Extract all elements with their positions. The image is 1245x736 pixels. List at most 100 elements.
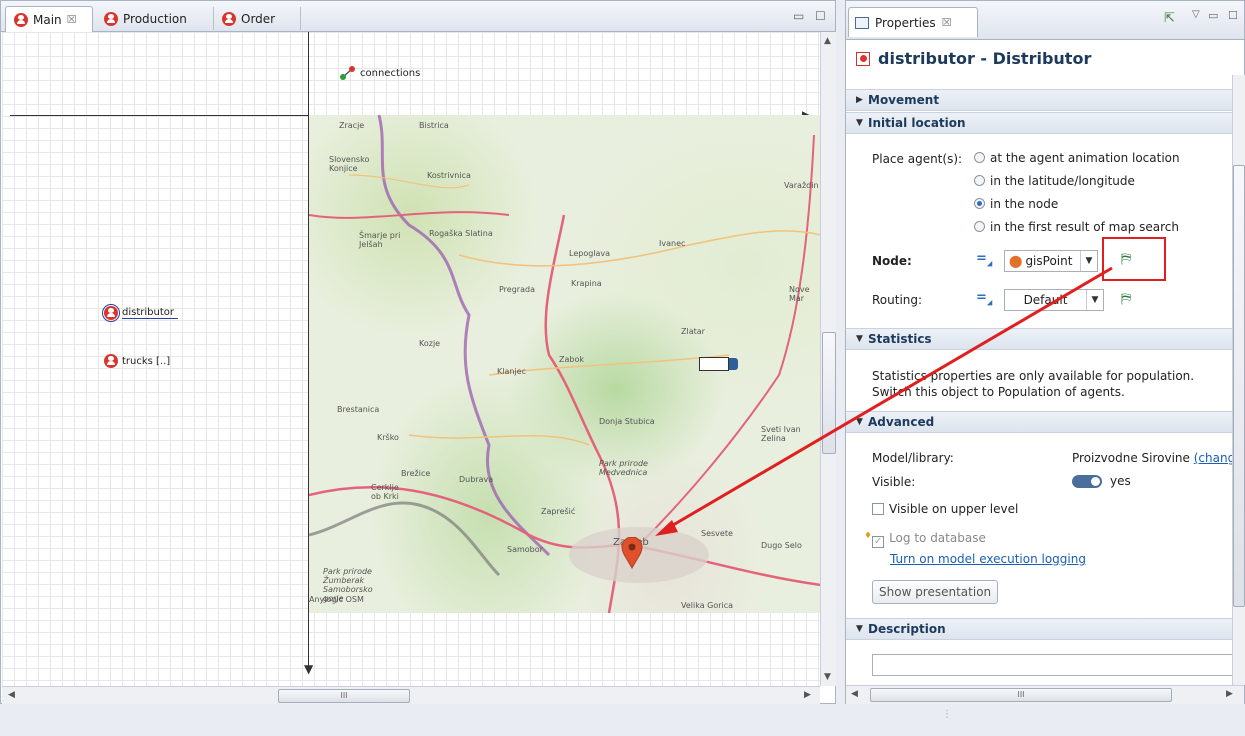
scroll-thumb[interactable]: III xyxy=(278,689,410,703)
maximize-icon[interactable]: ☐ xyxy=(1228,9,1238,22)
truck-shape-icon[interactable] xyxy=(699,357,739,371)
properties-horizontal-scrollbar[interactable]: ◀ III ▶ xyxy=(846,685,1244,704)
y-axis-arrow-icon: ▼ xyxy=(304,662,314,676)
model-logging-link[interactable]: Turn on model execution logging xyxy=(890,552,1086,566)
object-title: distributor - Distributor xyxy=(856,49,1091,68)
section-initial-location[interactable]: ▼ Initial location xyxy=(846,112,1232,134)
section-advanced[interactable]: ▼ Advanced xyxy=(846,411,1232,433)
show-presentation-button[interactable]: Show presentation xyxy=(872,580,999,604)
scroll-down-icon[interactable]: ▼ xyxy=(824,672,831,682)
routing-option-icon[interactable]: ⛿ xyxy=(1121,291,1131,307)
map-label: Slovensko Konjice xyxy=(329,155,370,173)
properties-icon xyxy=(855,16,869,29)
visible-upper-checkbox[interactable]: Visible on upper level xyxy=(872,502,1018,516)
section-statistics[interactable]: ▼ Statistics xyxy=(846,328,1232,350)
map-label: Kozje xyxy=(419,339,441,348)
connections-element[interactable]: connections xyxy=(340,66,420,80)
map-label: Lepoglava xyxy=(569,249,611,258)
distributor-agent[interactable]: distributor xyxy=(102,304,178,322)
tab-properties[interactable]: Properties ☒ xyxy=(848,7,978,37)
splitter-grip-icon[interactable]: ⋮ xyxy=(942,710,952,720)
radio-option[interactable]: in the latitude/longitude xyxy=(974,174,1135,188)
minimize-icon[interactable]: ▭ xyxy=(1208,9,1218,22)
scroll-thumb[interactable] xyxy=(822,332,836,454)
collapse-icon: ▼ xyxy=(856,334,863,344)
section-description[interactable]: ▼ Description xyxy=(846,618,1232,640)
status-bar: ⋮ xyxy=(0,704,1245,736)
statistics-text: Statistics properties are only available… xyxy=(872,369,1195,399)
radio-option-label: at the agent animation location xyxy=(990,151,1180,165)
radio-icon xyxy=(974,175,985,186)
collapse-icon: ▼ xyxy=(856,118,863,128)
change-link[interactable]: (chang xyxy=(1194,451,1235,465)
close-icon[interactable]: ☒ xyxy=(942,16,952,29)
map-label: Dubrava xyxy=(459,475,494,484)
editor-horizontal-scrollbar[interactable]: ◀ III ▶ xyxy=(2,686,820,704)
node-label: Node: xyxy=(872,254,912,268)
map-label: Rogaška Slatina xyxy=(429,229,493,238)
static-value-icon[interactable]: =◢ xyxy=(976,251,992,268)
gis-map[interactable]: Zracje Slovensko Konjice Bistrica Kostri… xyxy=(309,115,820,613)
routing-label: Routing: xyxy=(872,293,923,307)
maximize-icon[interactable]: ☐ xyxy=(815,9,826,23)
section-movement[interactable]: ▶ Movement xyxy=(846,89,1232,111)
radio-option-selected[interactable]: in the node xyxy=(974,197,1058,211)
radio-option-label: in the latitude/longitude xyxy=(990,174,1135,188)
map-label: Bistrica xyxy=(419,121,449,130)
map-pin-icon[interactable] xyxy=(621,537,643,569)
place-agents-label: Place agent(s): xyxy=(872,152,963,166)
properties-vertical-scrollbar[interactable] xyxy=(1232,75,1245,685)
hint-bulb-icon: ♦ xyxy=(864,531,873,541)
map-label: Pregrada xyxy=(499,285,535,294)
tab-production[interactable]: Production xyxy=(96,7,208,30)
log-to-db-checkbox[interactable]: ♦ ✓ Log to database xyxy=(864,531,986,548)
routing-combo[interactable]: Default ▼ xyxy=(1004,289,1104,311)
tab-main-label: Main xyxy=(33,12,62,27)
section-description-label: Description xyxy=(868,622,946,636)
tab-order[interactable]: Order xyxy=(213,7,301,30)
view-menu-icon[interactable]: ▽ xyxy=(1192,9,1200,20)
radio-option[interactable]: in the first result of map search xyxy=(974,220,1179,234)
map-label: Samobor xyxy=(507,545,543,554)
map-label: Kostrivnica xyxy=(427,171,471,180)
static-value-icon[interactable]: =◢ xyxy=(976,290,992,307)
node-combo[interactable]: ⬤ gisPoint ▼ xyxy=(1004,250,1098,272)
description-field[interactable] xyxy=(872,654,1234,676)
section-advanced-label: Advanced xyxy=(868,415,935,429)
tab-main[interactable]: Main ☒ xyxy=(5,6,93,32)
map-label: Varaždin xyxy=(784,181,819,190)
section-initial-location-label: Initial location xyxy=(868,116,966,130)
visible-upper-label: Visible on upper level xyxy=(889,502,1019,516)
radio-icon xyxy=(974,221,985,232)
distributor-icon xyxy=(102,304,120,322)
pin-editor-icon[interactable]: ⇱ xyxy=(1164,11,1175,26)
main-editor-pane: Main ☒ Production Order ▭ ☐ ▼ ▶ connecti… xyxy=(0,0,836,704)
editor-vertical-scrollbar[interactable]: ▲ ▼ xyxy=(820,32,836,686)
scroll-right-icon[interactable]: ▶ xyxy=(1226,689,1233,699)
trucks-agent[interactable]: trucks [..] xyxy=(104,354,170,368)
toggle-icon xyxy=(1072,474,1102,488)
expand-icon: ▶ xyxy=(856,95,863,105)
scroll-left-icon[interactable]: ◀ xyxy=(8,690,15,700)
scroll-up-icon[interactable]: ▲ xyxy=(824,36,831,46)
checkbox-checked-icon: ✓ xyxy=(872,536,885,548)
object-title-text: distributor - Distributor xyxy=(878,49,1092,68)
select-on-map-icon[interactable]: ⛿ xyxy=(1121,251,1131,267)
map-label: Klanjec xyxy=(497,367,526,376)
gis-point-icon: ⬤ xyxy=(1009,254,1023,268)
graphical-editor-canvas[interactable]: ▼ ▶ connections distributor trucks [..] xyxy=(2,32,820,686)
checkbox-icon xyxy=(872,503,884,515)
agent-icon xyxy=(104,11,118,26)
agent-icon xyxy=(222,11,236,26)
minimize-icon[interactable]: ▭ xyxy=(793,9,804,23)
close-icon[interactable]: ☒ xyxy=(67,13,77,26)
radio-option[interactable]: at the agent animation location xyxy=(974,151,1180,165)
scroll-right-icon[interactable]: ▶ xyxy=(804,690,811,700)
scroll-left-icon[interactable]: ◀ xyxy=(851,689,858,699)
scroll-thumb[interactable] xyxy=(1233,165,1245,607)
map-label: Krško xyxy=(377,433,399,442)
scroll-thumb[interactable]: III xyxy=(870,688,1172,702)
visible-toggle[interactable]: yes xyxy=(1072,474,1131,488)
map-label: Krapina xyxy=(571,279,602,288)
map-label: Zracje xyxy=(339,121,365,130)
